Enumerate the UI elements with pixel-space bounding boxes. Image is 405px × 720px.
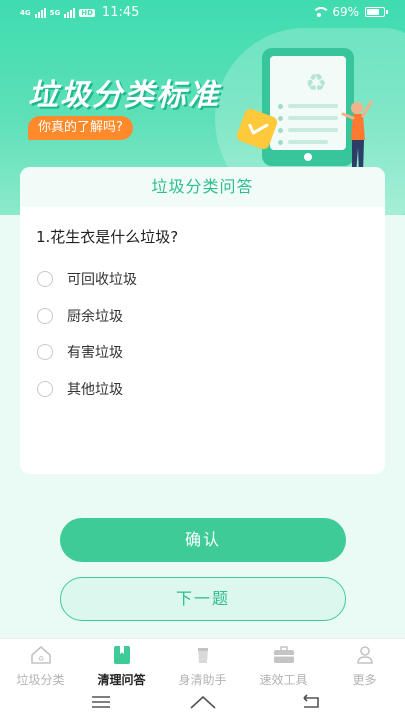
system-navigation-bar bbox=[0, 686, 405, 720]
banner-subtitle: 你真的了解吗? bbox=[28, 116, 133, 140]
hd-badge: HD bbox=[79, 8, 95, 17]
book-icon bbox=[113, 646, 130, 664]
tab-cleanup-quiz[interactable]: 清理问答 bbox=[81, 639, 162, 687]
house-recycle-icon: ♻ bbox=[30, 646, 51, 664]
status-bar: 4G 5G HD 11:45 69% bbox=[0, 0, 405, 26]
option-label: 厨余垃圾 bbox=[67, 308, 123, 325]
banner-title: 垃圾分类标准 bbox=[28, 78, 220, 113]
person-illustration bbox=[341, 100, 373, 174]
option-kitchen-waste[interactable]: 厨余垃圾 bbox=[37, 298, 367, 335]
tab-cleaning-assistant[interactable]: 身清助手 bbox=[162, 639, 243, 687]
option-hazardous[interactable]: 有害垃圾 bbox=[37, 334, 367, 371]
option-label: 有害垃圾 bbox=[67, 345, 123, 362]
battery-percent: 69% bbox=[332, 5, 359, 19]
person-icon bbox=[356, 646, 373, 664]
network-type-label: 4G bbox=[20, 8, 31, 17]
status-time: 11:45 bbox=[101, 5, 140, 20]
quiz-card: 垃圾分类问答 1.花生衣是什么垃圾? 可回收垃圾 厨余垃圾 有害垃圾 其他垃圾 bbox=[20, 167, 385, 474]
tab-more[interactable]: 更多 bbox=[324, 639, 405, 687]
confirm-button[interactable]: 确认 bbox=[60, 518, 346, 562]
cup-icon bbox=[197, 648, 208, 663]
signal-icon bbox=[34, 7, 46, 18]
bottom-tab-bar: ♻ 垃圾分类 清理问答 身清助手 速效工具 更多 bbox=[0, 638, 405, 687]
battery-icon bbox=[365, 7, 388, 17]
menu-icon[interactable] bbox=[91, 694, 111, 710]
tab-garbage-sort[interactable]: ♻ 垃圾分类 bbox=[0, 639, 81, 687]
next-question-button[interactable]: 下一题 bbox=[60, 577, 346, 621]
option-label: 其他垃圾 bbox=[67, 381, 123, 398]
signal-icon-2 bbox=[64, 7, 76, 18]
radio-button[interactable] bbox=[37, 380, 53, 397]
back-icon[interactable] bbox=[300, 694, 320, 710]
answer-options: 可回收垃圾 厨余垃圾 有害垃圾 其他垃圾 bbox=[37, 261, 367, 407]
quiz-card-title: 垃圾分类问答 bbox=[20, 167, 385, 207]
option-label: 可回收垃圾 bbox=[67, 272, 137, 289]
home-icon[interactable] bbox=[189, 694, 217, 710]
toolbox-icon bbox=[273, 646, 294, 663]
svg-text:♻: ♻ bbox=[37, 655, 43, 663]
radio-button[interactable] bbox=[37, 271, 53, 288]
tab-quick-tools[interactable]: 速效工具 bbox=[243, 639, 324, 687]
recycle-icon: ♻ bbox=[305, 69, 327, 97]
wifi-icon bbox=[312, 7, 331, 17]
question-text: 1.花生衣是什么垃圾? bbox=[36, 228, 179, 246]
network-type-label-2: 5G bbox=[49, 8, 61, 17]
radio-button[interactable] bbox=[37, 344, 53, 361]
option-recyclable[interactable]: 可回收垃圾 bbox=[37, 261, 367, 298]
option-other[interactable]: 其他垃圾 bbox=[37, 371, 367, 408]
radio-button[interactable] bbox=[37, 307, 53, 324]
